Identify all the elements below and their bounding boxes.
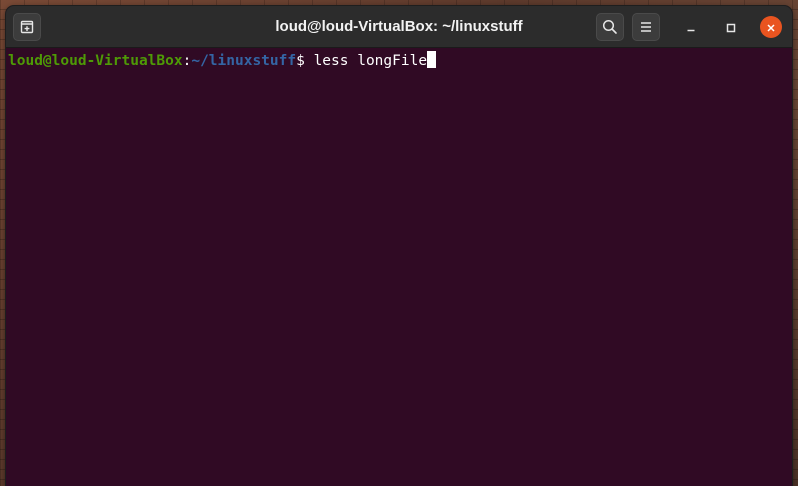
terminal-output[interactable]: loud@loud-VirtualBox:~/linuxstuff$ less … xyxy=(6,48,792,486)
search-button[interactable] xyxy=(596,13,624,41)
search-icon xyxy=(602,19,618,35)
minimize-icon xyxy=(686,18,696,37)
terminal-window: loud@loud-VirtualBox: ~/linuxstuff loud@… xyxy=(6,6,792,486)
close-button[interactable] xyxy=(760,16,782,38)
prompt-dollar: $ xyxy=(296,53,314,69)
window-title: loud@loud-VirtualBox: ~/linuxstuff xyxy=(275,18,523,35)
prompt-path: ~/linuxstuff xyxy=(191,53,297,69)
close-icon xyxy=(766,18,776,37)
text-cursor xyxy=(427,51,437,68)
titlebar[interactable]: loud@loud-VirtualBox: ~/linuxstuff xyxy=(6,6,792,48)
new-tab-icon xyxy=(20,20,34,34)
hamburger-menu-icon xyxy=(639,21,653,33)
maximize-icon xyxy=(726,18,736,37)
minimize-button[interactable] xyxy=(680,16,702,38)
maximize-button[interactable] xyxy=(720,16,742,38)
new-tab-button[interactable] xyxy=(13,13,41,41)
prompt-user-host: loud@loud-VirtualBox xyxy=(8,53,183,69)
menu-button[interactable] xyxy=(632,13,660,41)
command-input[interactable]: less longFile xyxy=(314,53,428,69)
